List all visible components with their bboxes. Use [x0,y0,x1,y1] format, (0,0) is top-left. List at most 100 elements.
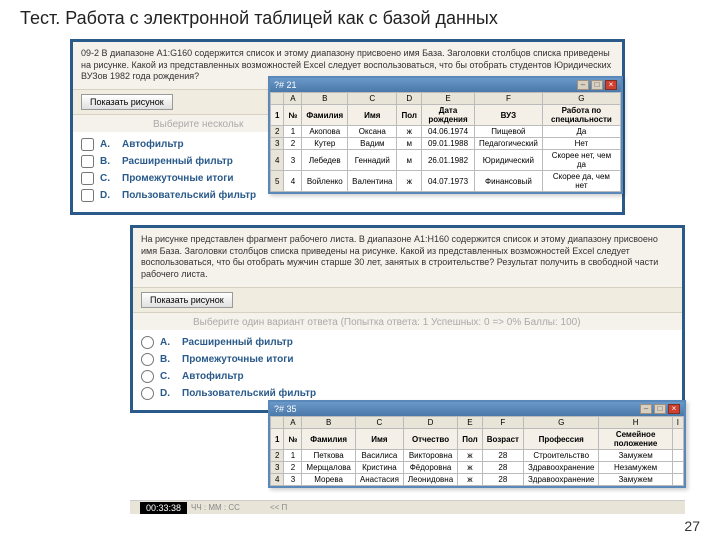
cell: Мерщалова [302,462,356,474]
page-number: 27 [684,518,700,534]
option-letter: C. [160,371,176,382]
field-header: Пол [458,429,483,450]
show-row-2: Показать рисунок [133,287,682,313]
row-header: 1 [271,429,284,450]
cell: Замужем [599,474,672,486]
cell: 04.07.1973 [422,171,475,192]
close-icon[interactable]: × [668,404,680,414]
cell: Финансовый [475,171,543,192]
choose-header-2: Выберите один вариант ответа (Попытка от… [133,313,682,330]
cell: Лебедев [302,150,348,171]
col-header: G [523,417,598,429]
option-input[interactable] [141,336,154,349]
close-icon[interactable]: × [605,80,617,90]
cell: 1 [284,126,302,138]
cell: ж [458,450,483,462]
cell: 3 [284,474,302,486]
field-header: Имя [348,105,397,126]
cell: Скорее нет, чем да [542,150,620,171]
option-text: Расширенный фильтр [182,337,293,348]
option-input[interactable] [81,155,94,168]
col-header: A [284,93,302,105]
option-input[interactable] [81,138,94,151]
cell: 28 [482,450,523,462]
cell: Войленко [302,171,348,192]
timer-label: ЧЧ : ММ : СС [191,503,240,512]
cell: Акопова [302,126,348,138]
field-header: Профессия [523,429,598,450]
col-header: D [403,417,457,429]
col-header: I [672,417,683,429]
maximize-icon[interactable]: □ [654,404,666,414]
cell: 4 [284,171,302,192]
cell: м [397,150,422,171]
spreadsheet-table-1: ABCDEFG1№ФамилияИмяПолДата рожденияВУЗРа… [270,92,621,192]
field-header: Имя [355,429,403,450]
cell: Педагогический [475,138,543,150]
cell [672,450,683,462]
option-text: Автофильтр [182,371,244,382]
col-header [271,417,284,429]
cell: Здравоохранение [523,462,598,474]
option-input[interactable] [141,353,154,366]
option-row: A.Расширенный фильтр [141,334,674,351]
cell: 04.06.1974 [422,126,475,138]
col-header: D [397,93,422,105]
option-text: Промежуточные итоги [122,173,234,184]
maximize-icon[interactable]: □ [591,80,603,90]
row-header: 3 [271,138,284,150]
col-header: C [355,417,403,429]
col-header: E [422,93,475,105]
timer-value: 00:33:38 [140,502,187,514]
col-header: B [302,93,348,105]
field-header: ВУЗ [475,105,543,126]
col-header: B [302,417,356,429]
option-input[interactable] [141,387,154,400]
col-header [271,93,284,105]
options-list-2: A.Расширенный фильтрB.Промежуточные итог… [133,330,682,410]
option-text: Пользовательский фильтр [182,388,316,399]
option-letter: C. [100,173,116,184]
minimize-icon[interactable]: – [577,80,589,90]
cell: 28 [482,474,523,486]
show-image-button-1[interactable]: Показать рисунок [81,94,173,110]
cell: Пищевой [475,126,543,138]
cell: 2 [284,462,302,474]
spreadsheet-popup-2: ?# 35 – □ × ABCDEFGHI1№ФамилияИмяОтчеств… [268,400,686,488]
option-input[interactable] [81,189,94,202]
cell: 2 [284,138,302,150]
field-header: Фамилия [302,429,356,450]
col-header: F [475,93,543,105]
show-image-button-2[interactable]: Показать рисунок [141,292,233,308]
option-input[interactable] [81,172,94,185]
cell: Здравоохранение [523,474,598,486]
option-input[interactable] [141,370,154,383]
row-header: 5 [271,171,284,192]
cell: 28 [482,462,523,474]
field-header: Отчество [403,429,457,450]
spreadsheet-popup-1: ?# 21 – □ × ABCDEFG1№ФамилияИмяПолДата р… [268,76,623,194]
col-header: F [482,417,523,429]
popup-titlebar-1: ?# 21 – □ × [270,78,621,92]
cell: 09.01.1988 [422,138,475,150]
option-letter: D. [160,388,176,399]
cell: 3 [284,150,302,171]
cell: ж [458,462,483,474]
cell: Василиса [355,450,403,462]
popup-title-1: ?# 21 [274,80,297,90]
option-text: Промежуточные итоги [182,354,294,365]
field-header: Пол [397,105,422,126]
row-header: 1 [271,105,284,126]
cell: Фёдоровна [403,462,457,474]
prev-button[interactable]: << П [270,503,287,512]
cell: Геннадий [348,150,397,171]
field-header: Работа по специальности [542,105,620,126]
cell: Нет [542,138,620,150]
spreadsheet-table-2: ABCDEFGHI1№ФамилияИмяОтчествоПолВозрастП… [270,416,684,486]
option-text: Автофильтр [122,139,184,150]
option-letter: D. [100,190,116,201]
cell: Кутер [302,138,348,150]
cell: Валентина [348,171,397,192]
row-header: 4 [271,150,284,171]
minimize-icon[interactable]: – [640,404,652,414]
